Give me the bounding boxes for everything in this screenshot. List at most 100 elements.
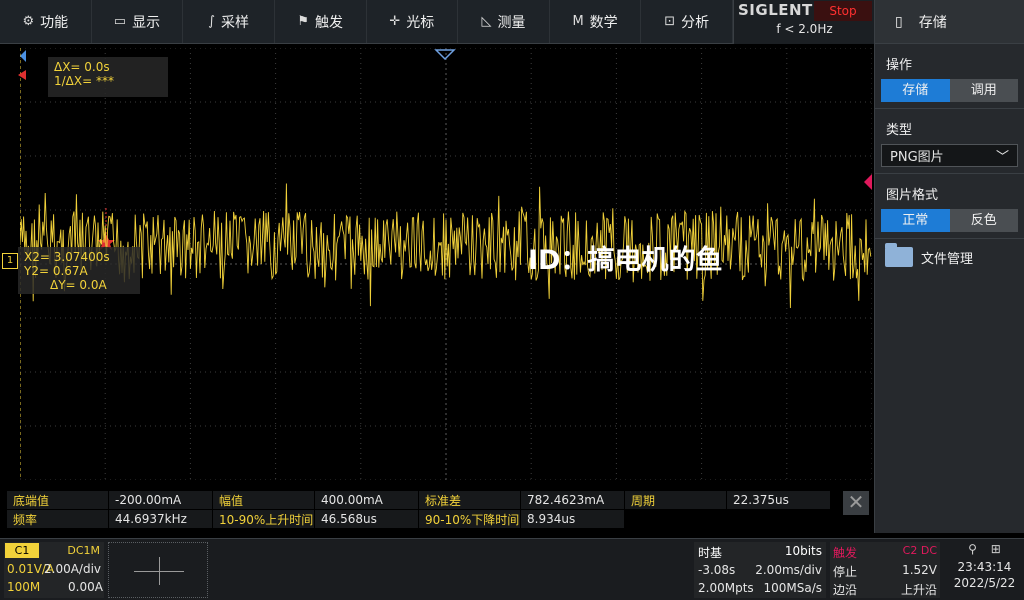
flag-icon: ⚑ xyxy=(297,14,310,29)
meas-key: 90-10%下降时间 xyxy=(418,509,521,529)
cursor-readout-box: X2= 3.07400s Y2= 0.67A ΔY= 0.0A xyxy=(18,247,140,294)
bottom-status-bar: C1 DC1M 0.01V/A 2.00A/div 100M 0.00A 时基 … xyxy=(0,538,1024,600)
file-manager-button[interactable]: 文件管理 xyxy=(875,239,1024,275)
delta-x: ΔX= 0.0s xyxy=(54,60,110,74)
cursor-x2: X2= 3.07400s xyxy=(24,250,110,264)
recall-button[interactable]: 调用 xyxy=(949,79,1018,102)
menu-label: 测量 xyxy=(497,14,526,31)
meas-value: 400.00mA xyxy=(314,490,419,510)
menu-label: 光标 xyxy=(406,14,435,31)
menu-label: 分析 xyxy=(681,14,710,31)
trigger-source: C2 DC xyxy=(902,544,937,557)
clock-date: 2022/5/22 xyxy=(953,576,1016,590)
trigger-mode: 停止 xyxy=(833,565,858,579)
menu-analysis[interactable]: ⊡ 分析 xyxy=(641,0,733,43)
meas-key: 标准差 xyxy=(418,490,521,510)
type-dropdown[interactable]: PNG图片 ﹀ xyxy=(881,144,1018,167)
operation-section: 操作 存储 调用 xyxy=(875,44,1024,109)
format-label: 图片格式 xyxy=(886,188,939,203)
timebase-rate: 100MSa/s xyxy=(763,581,822,595)
menu-gear[interactable]: ⚙ 功能 xyxy=(0,0,92,43)
format-section: 图片格式 正常 反色 xyxy=(875,174,1024,239)
channel1-box[interactable]: C1 DC1M 0.01V/A 2.00A/div 100M 0.00A xyxy=(4,542,104,598)
meas-value: -200.00mA xyxy=(108,490,213,510)
clock-box: ⚲ ⊞ 23:43:14 2022/5/22 xyxy=(945,542,1024,598)
measurement-row: 频率 44.6937kHz 10-90%上升时间 46.568us 90-10%… xyxy=(6,509,831,529)
panel-title-label: 存储 xyxy=(918,14,947,31)
cursor-y-marker[interactable] xyxy=(18,70,26,80)
file-manager-label: 文件管理 xyxy=(921,251,974,267)
channel1-bandwidth: 100M xyxy=(7,580,41,594)
trigger-level-marker xyxy=(864,174,872,190)
timebase-box[interactable]: 时基 10bits -3.08s 2.00ms/div 2.00Mpts 100… xyxy=(694,542,826,598)
document-icon: ▯ xyxy=(895,13,903,30)
trigger-frequency: f < 2.0Hz xyxy=(776,22,833,36)
gear-icon: ⚙ xyxy=(22,14,35,29)
menu-cursor[interactable]: ✛ 光标 xyxy=(367,0,459,43)
add-channel-box[interactable] xyxy=(108,542,208,598)
trigger-type: 边沿 xyxy=(833,583,858,597)
analysis-icon: ⊡ xyxy=(664,14,676,29)
clock-time: 23:43:14 xyxy=(957,560,1012,574)
timebase-delay: -3.08s xyxy=(698,563,736,577)
meas-key: 频率 xyxy=(6,509,109,529)
meas-value: 46.568us xyxy=(314,509,419,529)
usb-icon: ⚲ xyxy=(968,542,977,556)
timebase-label: 时基 xyxy=(698,546,723,560)
cursor-y2: Y2= 0.67A xyxy=(24,264,88,278)
trigger-slope: 上升沿 xyxy=(900,583,937,597)
meas-value: 782.4623mA xyxy=(520,490,625,510)
menu-measure[interactable]: ◺ 测量 xyxy=(458,0,550,43)
measure-icon: ◺ xyxy=(481,14,492,29)
math-icon: M xyxy=(572,14,584,29)
top-menu: ⚙ 功能 ▭ 显示 ∫ 采样 ⚑ 触发 ✛ 光标 ◺ 测量 M 数学 ⊡ 分析 xyxy=(0,0,733,44)
meas-key: 周期 xyxy=(624,490,727,510)
channel1-coupling: DC1M xyxy=(67,544,100,557)
chevron-down-icon: ﹀ xyxy=(995,150,1009,165)
run-stop-status[interactable]: Stop xyxy=(814,1,872,21)
save-button[interactable]: 存储 xyxy=(881,79,950,102)
trigger-box[interactable]: 触发 C2 DC 停止 1.52V 边沿 上升沿 xyxy=(830,542,940,598)
menu-flag[interactable]: ⚑ 触发 xyxy=(275,0,367,43)
graticule xyxy=(20,48,872,480)
type-value: PNG图片 xyxy=(890,150,944,165)
waveform-screen[interactable] xyxy=(20,48,872,480)
close-measure-button[interactable]: ✕ xyxy=(843,491,869,515)
meas-key: 底端值 xyxy=(6,490,109,510)
menu-label: 显示 xyxy=(132,14,161,31)
operation-label: 操作 xyxy=(886,58,913,73)
folder-icon xyxy=(885,243,913,267)
channel1-trace xyxy=(20,183,872,309)
save-panel: ▯ 存储 操作 存储 调用 类型 PNG图片 ﹀ 图片格式 正常 反色 文件管理 xyxy=(874,0,1024,533)
menu-label: 功能 xyxy=(40,14,69,31)
channel1-offset: 0.00A xyxy=(68,580,103,594)
siglent-logo: SIGLENT xyxy=(738,1,813,19)
time-cursor-marker xyxy=(20,50,26,62)
normal-button[interactable]: 正常 xyxy=(881,209,950,232)
brand-status: SIGLENT Stop f < 2.0Hz xyxy=(733,0,874,44)
cursor-icon: ✛ xyxy=(389,14,401,29)
trigger-level: 1.52V xyxy=(902,563,937,577)
measurement-bar: 底端值 -200.00mA 幅值 400.00mA 标准差 782.4623mA… xyxy=(0,487,874,533)
channel1-ground-marker[interactable]: 1 xyxy=(2,253,18,269)
timebase-scale: 2.00ms/div xyxy=(755,563,822,577)
menu-display[interactable]: ▭ 显示 xyxy=(92,0,184,43)
measurement-row: 底端值 -200.00mA 幅值 400.00mA 标准差 782.4623mA… xyxy=(6,490,831,510)
inverse-delta-x: 1/ΔX= *** xyxy=(54,74,114,88)
panel-title: ▯ 存储 xyxy=(875,0,1024,44)
menu-math[interactable]: M 数学 xyxy=(550,0,642,43)
meas-value: 8.934us xyxy=(520,509,625,529)
menu-label: 采样 xyxy=(220,14,249,31)
meas-value: 44.6937kHz xyxy=(108,509,213,529)
trigger-label: 触发 xyxy=(833,546,858,560)
display-icon: ▭ xyxy=(113,14,127,29)
timebase-points: 2.00Mpts xyxy=(698,581,754,595)
trigger-position-marker xyxy=(434,49,456,61)
meas-value: 22.375us xyxy=(726,490,831,510)
menu-acquire[interactable]: ∫ 采样 xyxy=(183,0,275,43)
delta-y: ΔY= 0.0A xyxy=(50,278,107,292)
meas-key: 10-90%上升时间 xyxy=(212,509,315,529)
invert-button[interactable]: 反色 xyxy=(949,209,1018,232)
menu-label: 触发 xyxy=(315,14,344,31)
type-section: 类型 PNG图片 ﹀ xyxy=(875,109,1024,174)
